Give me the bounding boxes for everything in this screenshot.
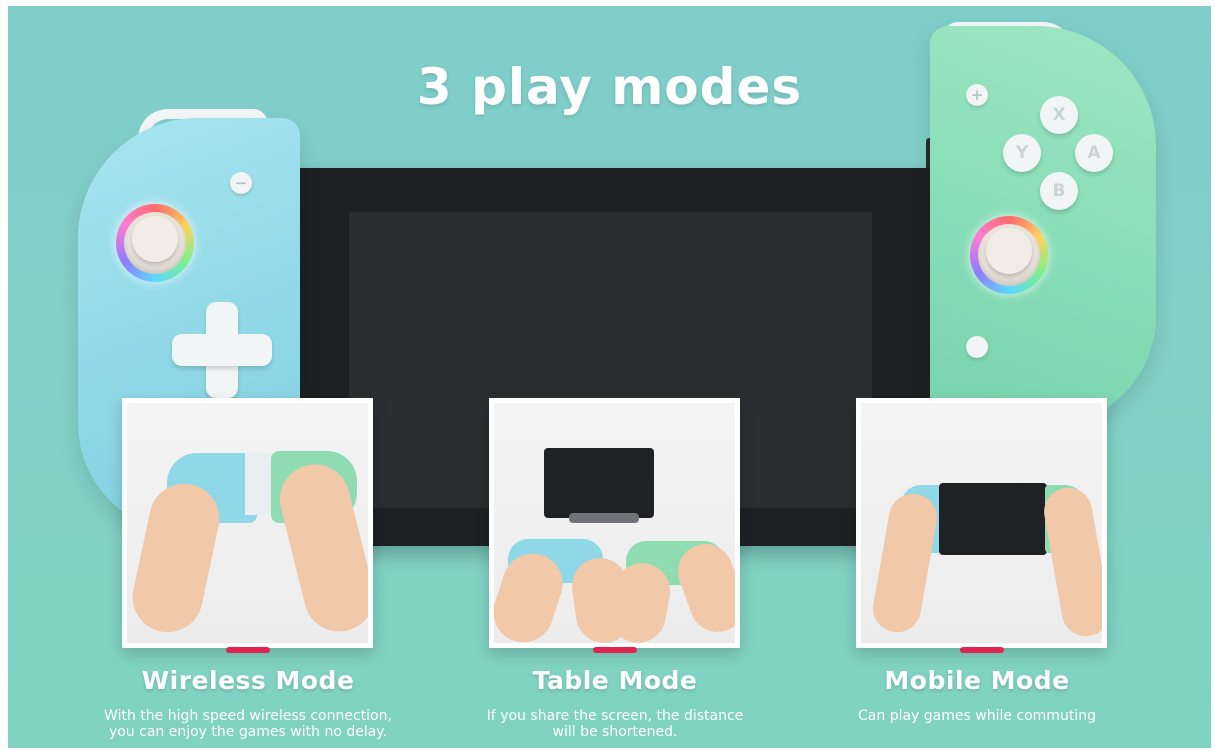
wireless-mode-card	[122, 398, 373, 653]
product-banner: 3 play modes − + X Y A B Wireless Mode W…	[8, 6, 1211, 748]
home-button	[966, 336, 988, 358]
table-desc-line-2: will be shortened.	[552, 724, 678, 740]
table-accent-bar	[592, 647, 637, 653]
b-button: B	[1040, 172, 1078, 210]
table-mode-title: Table Mode	[532, 666, 698, 695]
x-button: X	[1040, 96, 1078, 134]
right-joystick	[970, 216, 1048, 294]
table-mode-card	[489, 398, 740, 653]
table-mode-description: If you share the screen, the distance wi…	[435, 708, 795, 740]
wireless-desc-line-1: With the high speed wireless connection,	[104, 708, 392, 724]
left-joystick	[116, 204, 194, 282]
mobile-accent-bar	[959, 647, 1004, 653]
mobile-mode-card	[856, 398, 1107, 653]
mobile-mode-description: Can play games while commuting	[797, 708, 1157, 724]
table-mode-photo	[494, 403, 735, 643]
plus-button: +	[966, 84, 988, 106]
right-controller	[930, 26, 1156, 426]
wireless-mode-title: Wireless Mode	[141, 666, 355, 695]
minus-button: −	[230, 172, 252, 194]
wireless-mode-photo	[127, 403, 368, 643]
dpad-icon	[172, 302, 272, 398]
wireless-desc-line-2: you can enjoy the games with no delay.	[108, 724, 388, 740]
mobile-mode-photo	[861, 403, 1102, 643]
wireless-mode-description: With the high speed wireless connection,…	[68, 708, 428, 740]
y-button: Y	[1003, 134, 1041, 172]
a-button: A	[1075, 134, 1113, 172]
mobile-desc-line-1: Can play games while commuting	[858, 708, 1096, 724]
mobile-mode-title: Mobile Mode	[884, 666, 1070, 695]
wireless-accent-bar	[225, 647, 270, 653]
table-desc-line-1: If you share the screen, the distance	[486, 708, 744, 724]
